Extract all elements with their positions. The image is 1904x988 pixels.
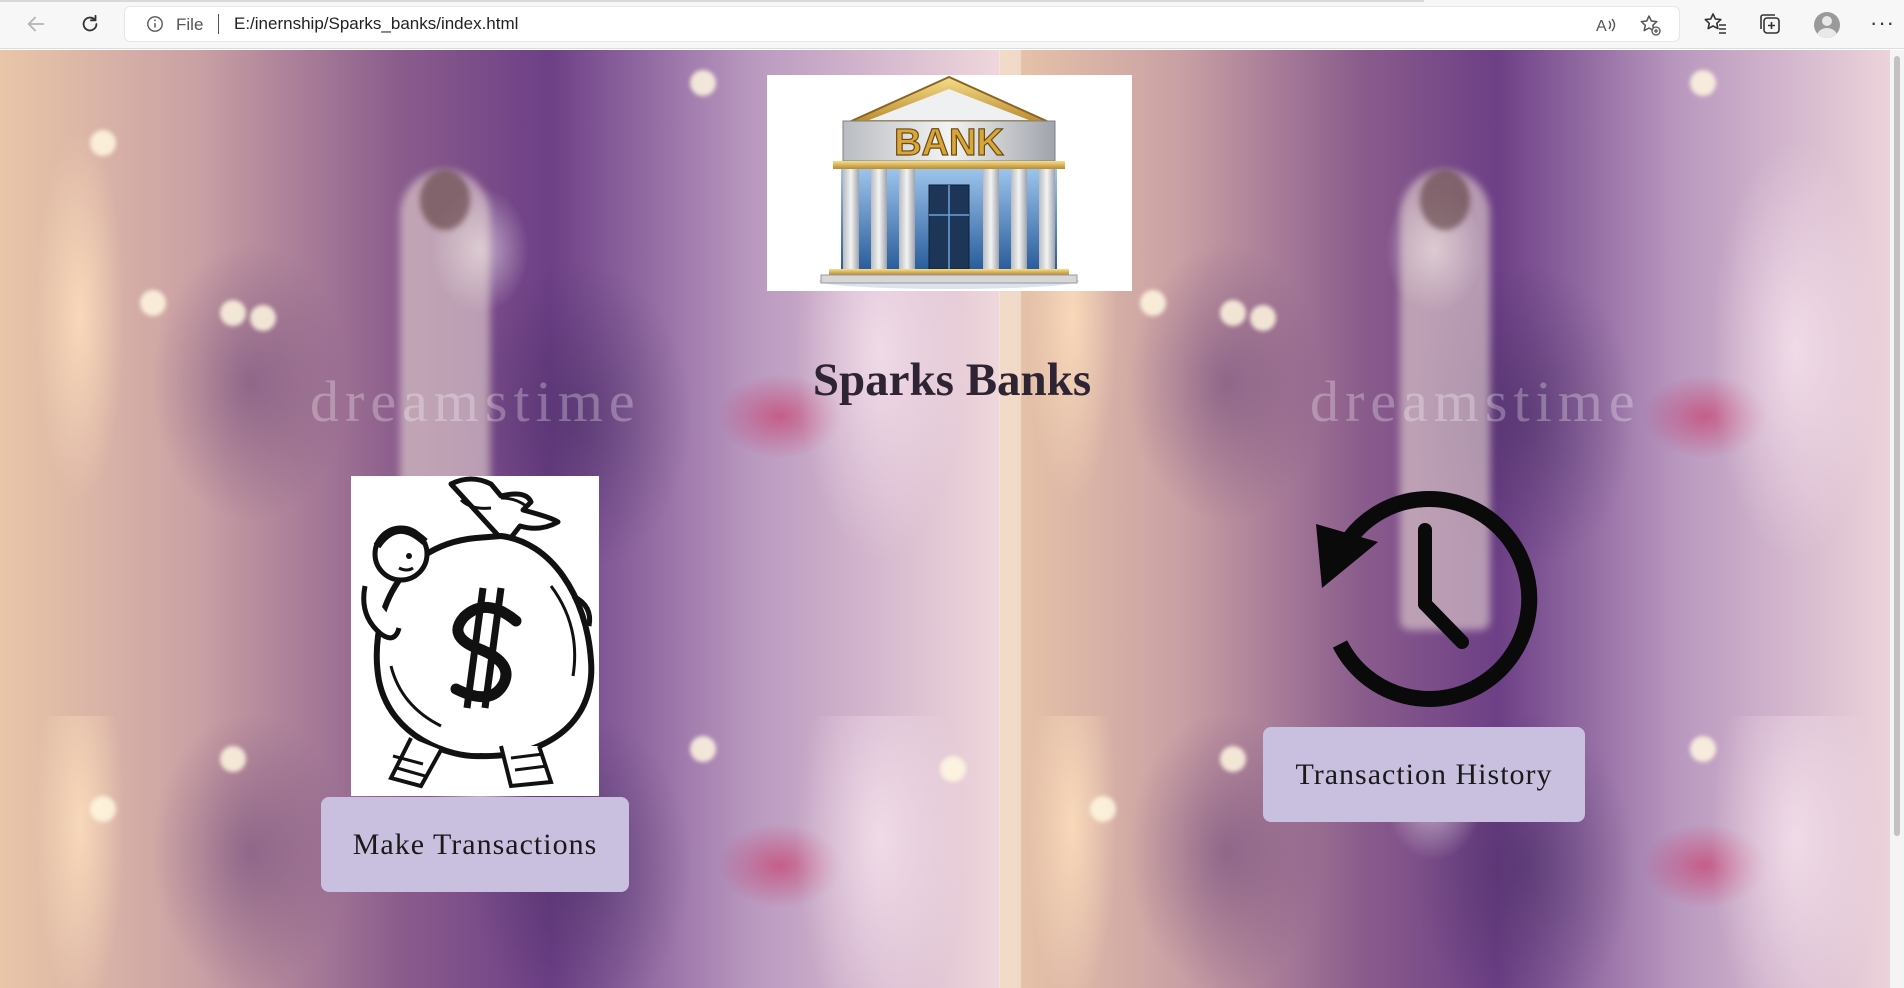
transaction-history-button[interactable]: Transaction History <box>1263 727 1585 822</box>
back-button[interactable] <box>20 8 52 40</box>
more-options-icon[interactable]: ··· <box>1870 10 1895 36</box>
address-bar[interactable]: File E:/inernship/Sparks_banks/index.htm… <box>124 6 1680 42</box>
money-bag-image[interactable] <box>351 476 599 796</box>
scrollbar-thumb[interactable] <box>1894 56 1900 836</box>
vertical-scrollbar[interactable] <box>1890 50 1904 988</box>
bank-logo-text: BANK <box>894 122 1004 164</box>
history-clock-image[interactable] <box>1310 484 1540 714</box>
profile-avatar[interactable] <box>1814 12 1840 38</box>
collections-icon[interactable] <box>1757 11 1783 37</box>
page-content: dreamstime dreamstime BANK Sparks Banks … <box>0 50 1904 988</box>
address-separator <box>218 14 219 34</box>
read-aloud-icon[interactable]: A <box>1594 13 1618 37</box>
file-label: File <box>176 15 204 34</box>
make-transactions-button[interactable]: Make Transactions <box>321 797 629 892</box>
back-arrow-icon <box>27 16 45 32</box>
loading-bar <box>0 0 1424 2</box>
page-title: Sparks Banks <box>812 354 1092 406</box>
bank-logo: BANK <box>767 75 1132 291</box>
history-icon <box>1316 490 1538 707</box>
info-icon[interactable] <box>146 15 164 33</box>
url-text[interactable]: E:/inernship/Sparks_banks/index.html <box>234 14 518 34</box>
svg-text:A: A <box>1596 18 1607 35</box>
add-favorite-icon[interactable] <box>1638 13 1662 37</box>
refresh-button[interactable] <box>74 8 106 40</box>
browser-toolbar: File E:/inernship/Sparks_banks/index.htm… <box>0 0 1904 49</box>
favorites-icon[interactable] <box>1702 11 1728 37</box>
refresh-icon <box>82 14 98 32</box>
bank-building-icon: BANK <box>819 75 1079 289</box>
money-bag-icon <box>361 476 595 789</box>
